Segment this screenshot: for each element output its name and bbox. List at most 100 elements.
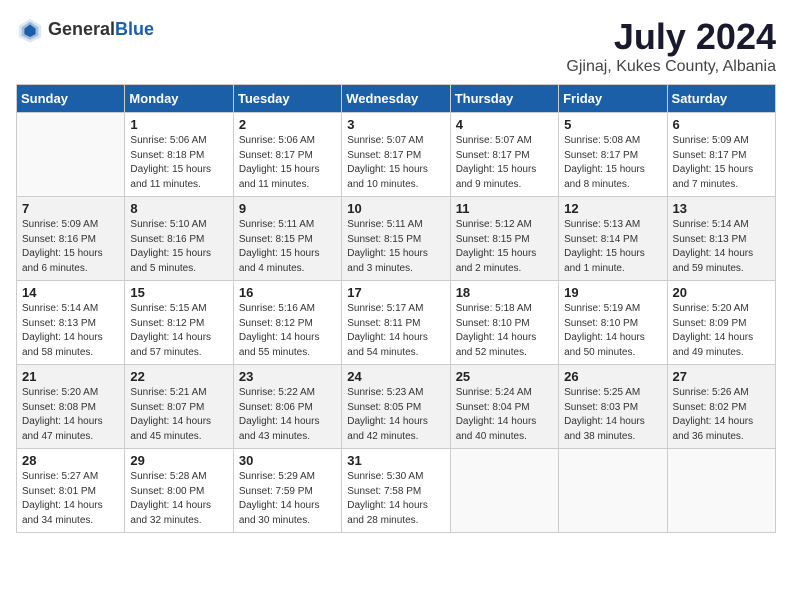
header-friday: Friday (559, 85, 667, 113)
day-info: Sunrise: 5:22 AM Sunset: 8:06 PM Dayligh… (239, 386, 336, 444)
calendar-cell: 8 Sunrise: 5:10 AM Sunset: 8:16 PM Daylig… (125, 197, 233, 281)
calendar-header-row: SundayMondayTuesdayWednesdayThursdayFrid… (17, 85, 776, 113)
day-number: 17 (347, 285, 444, 300)
calendar-week-row: 21 Sunrise: 5:20 AM Sunset: 8:08 PM Dayli… (17, 365, 776, 449)
calendar-cell (17, 113, 125, 197)
day-info: Sunrise: 5:07 AM Sunset: 8:17 PM Dayligh… (456, 134, 553, 192)
logo: GeneralBlue (16, 16, 154, 44)
day-info: Sunrise: 5:16 AM Sunset: 8:12 PM Dayligh… (239, 302, 336, 360)
day-number: 13 (673, 201, 770, 216)
day-number: 18 (456, 285, 553, 300)
calendar-week-row: 28 Sunrise: 5:27 AM Sunset: 8:01 PM Dayli… (17, 449, 776, 533)
calendar-cell: 19 Sunrise: 5:19 AM Sunset: 8:10 PM Dayli… (559, 281, 667, 365)
day-number: 23 (239, 369, 336, 384)
calendar-cell: 17Sunrise: 5:17 AM Sunset: 8:11 PM Dayli… (342, 281, 450, 365)
day-info: Sunrise: 5:23 AM Sunset: 8:05 PM Dayligh… (347, 386, 444, 444)
calendar-cell (559, 449, 667, 533)
day-number: 27 (673, 369, 770, 384)
day-number: 22 (130, 369, 227, 384)
calendar-cell: 10Sunrise: 5:11 AM Sunset: 8:15 PM Dayli… (342, 197, 450, 281)
calendar-cell: 13 Sunrise: 5:14 AM Sunset: 8:13 PM Dayli… (667, 197, 775, 281)
day-info: Sunrise: 5:13 AM Sunset: 8:14 PM Dayligh… (564, 218, 661, 276)
calendar-cell (450, 449, 558, 533)
calendar-cell: 28 Sunrise: 5:27 AM Sunset: 8:01 PM Dayli… (17, 449, 125, 533)
day-number: 7 (22, 201, 119, 216)
day-info: Sunrise: 5:18 AM Sunset: 8:10 PM Dayligh… (456, 302, 553, 360)
calendar-table: SundayMondayTuesdayWednesdayThursdayFrid… (16, 84, 776, 533)
day-number: 8 (130, 201, 227, 216)
logo-icon (16, 16, 44, 44)
day-number: 15 (130, 285, 227, 300)
calendar-cell: 21 Sunrise: 5:20 AM Sunset: 8:08 PM Dayli… (17, 365, 125, 449)
day-info: Sunrise: 5:20 AM Sunset: 8:08 PM Dayligh… (22, 386, 119, 444)
day-number: 3 (347, 117, 444, 132)
calendar-cell: 9Sunrise: 5:11 AM Sunset: 8:15 PM Daylig… (233, 197, 341, 281)
calendar-cell: 18 Sunrise: 5:18 AM Sunset: 8:10 PM Dayli… (450, 281, 558, 365)
day-info: Sunrise: 5:07 AM Sunset: 8:17 PM Dayligh… (347, 134, 444, 192)
day-number: 20 (673, 285, 770, 300)
calendar-cell: 22 Sunrise: 5:21 AM Sunset: 8:07 PM Dayli… (125, 365, 233, 449)
day-info: Sunrise: 5:28 AM Sunset: 8:00 PM Dayligh… (130, 470, 227, 528)
calendar-week-row: 7 Sunrise: 5:09 AM Sunset: 8:16 PM Daylig… (17, 197, 776, 281)
calendar-cell: 12 Sunrise: 5:13 AM Sunset: 8:14 PM Dayli… (559, 197, 667, 281)
day-number: 1 (130, 117, 227, 132)
day-number: 14 (22, 285, 119, 300)
day-info: Sunrise: 5:29 AM Sunset: 7:59 PM Dayligh… (239, 470, 336, 528)
location-title: Gjinaj, Kukes County, Albania (566, 58, 776, 76)
calendar-week-row: 14 Sunrise: 5:14 AM Sunset: 8:13 PM Dayli… (17, 281, 776, 365)
calendar-cell: 2 Sunrise: 5:06 AM Sunset: 8:17 PM Daylig… (233, 113, 341, 197)
calendar-cell: 4 Sunrise: 5:07 AM Sunset: 8:17 PM Daylig… (450, 113, 558, 197)
calendar-cell: 26 Sunrise: 5:25 AM Sunset: 8:03 PM Dayli… (559, 365, 667, 449)
day-number: 19 (564, 285, 661, 300)
day-number: 26 (564, 369, 661, 384)
calendar-cell: 15 Sunrise: 5:15 AM Sunset: 8:12 PM Dayli… (125, 281, 233, 365)
day-info: Sunrise: 5:21 AM Sunset: 8:07 PM Dayligh… (130, 386, 227, 444)
calendar-cell: 14 Sunrise: 5:14 AM Sunset: 8:13 PM Dayli… (17, 281, 125, 365)
day-info: Sunrise: 5:24 AM Sunset: 8:04 PM Dayligh… (456, 386, 553, 444)
day-info: Sunrise: 5:19 AM Sunset: 8:10 PM Dayligh… (564, 302, 661, 360)
day-number: 2 (239, 117, 336, 132)
calendar-cell: 11 Sunrise: 5:12 AM Sunset: 8:15 PM Dayli… (450, 197, 558, 281)
calendar-cell: 3 Sunrise: 5:07 AM Sunset: 8:17 PM Daylig… (342, 113, 450, 197)
header-sunday: Sunday (17, 85, 125, 113)
day-info: Sunrise: 5:11 AM Sunset: 8:15 PM Dayligh… (239, 218, 336, 276)
calendar-cell: 20 Sunrise: 5:20 AM Sunset: 8:09 PM Dayli… (667, 281, 775, 365)
calendar-cell: 1 Sunrise: 5:06 AM Sunset: 8:18 PM Daylig… (125, 113, 233, 197)
page-header: GeneralBlue July 2024 Gjinaj, Kukes Coun… (16, 16, 776, 76)
calendar-cell: 5Sunrise: 5:08 AM Sunset: 8:17 PM Daylig… (559, 113, 667, 197)
day-info: Sunrise: 5:09 AM Sunset: 8:16 PM Dayligh… (22, 218, 119, 276)
day-info: Sunrise: 5:14 AM Sunset: 8:13 PM Dayligh… (673, 218, 770, 276)
calendar-cell: 7 Sunrise: 5:09 AM Sunset: 8:16 PM Daylig… (17, 197, 125, 281)
day-info: Sunrise: 5:14 AM Sunset: 8:13 PM Dayligh… (22, 302, 119, 360)
day-info: Sunrise: 5:10 AM Sunset: 8:16 PM Dayligh… (130, 218, 227, 276)
day-number: 11 (456, 201, 553, 216)
header-thursday: Thursday (450, 85, 558, 113)
calendar-cell (667, 449, 775, 533)
header-saturday: Saturday (667, 85, 775, 113)
day-number: 31 (347, 453, 444, 468)
calendar-cell: 27Sunrise: 5:26 AM Sunset: 8:02 PM Dayli… (667, 365, 775, 449)
calendar-cell: 30 Sunrise: 5:29 AM Sunset: 7:59 PM Dayli… (233, 449, 341, 533)
day-number: 25 (456, 369, 553, 384)
logo-general: GeneralBlue (48, 20, 154, 40)
day-info: Sunrise: 5:11 AM Sunset: 8:15 PM Dayligh… (347, 218, 444, 276)
day-info: Sunrise: 5:15 AM Sunset: 8:12 PM Dayligh… (130, 302, 227, 360)
day-info: Sunrise: 5:20 AM Sunset: 8:09 PM Dayligh… (673, 302, 770, 360)
day-number: 6 (673, 117, 770, 132)
title-block: July 2024 Gjinaj, Kukes County, Albania (566, 16, 776, 76)
day-info: Sunrise: 5:25 AM Sunset: 8:03 PM Dayligh… (564, 386, 661, 444)
day-info: Sunrise: 5:12 AM Sunset: 8:15 PM Dayligh… (456, 218, 553, 276)
day-number: 21 (22, 369, 119, 384)
day-number: 12 (564, 201, 661, 216)
day-number: 4 (456, 117, 553, 132)
day-number: 30 (239, 453, 336, 468)
day-info: Sunrise: 5:09 AM Sunset: 8:17 PM Dayligh… (673, 134, 770, 192)
day-info: Sunrise: 5:27 AM Sunset: 8:01 PM Dayligh… (22, 470, 119, 528)
day-info: Sunrise: 5:06 AM Sunset: 8:18 PM Dayligh… (130, 134, 227, 192)
calendar-cell: 6 Sunrise: 5:09 AM Sunset: 8:17 PM Daylig… (667, 113, 775, 197)
day-info: Sunrise: 5:30 AM Sunset: 7:58 PM Dayligh… (347, 470, 444, 528)
calendar-cell: 25 Sunrise: 5:24 AM Sunset: 8:04 PM Dayli… (450, 365, 558, 449)
day-info: Sunrise: 5:06 AM Sunset: 8:17 PM Dayligh… (239, 134, 336, 192)
calendar-cell: 31 Sunrise: 5:30 AM Sunset: 7:58 PM Dayli… (342, 449, 450, 533)
day-number: 28 (22, 453, 119, 468)
